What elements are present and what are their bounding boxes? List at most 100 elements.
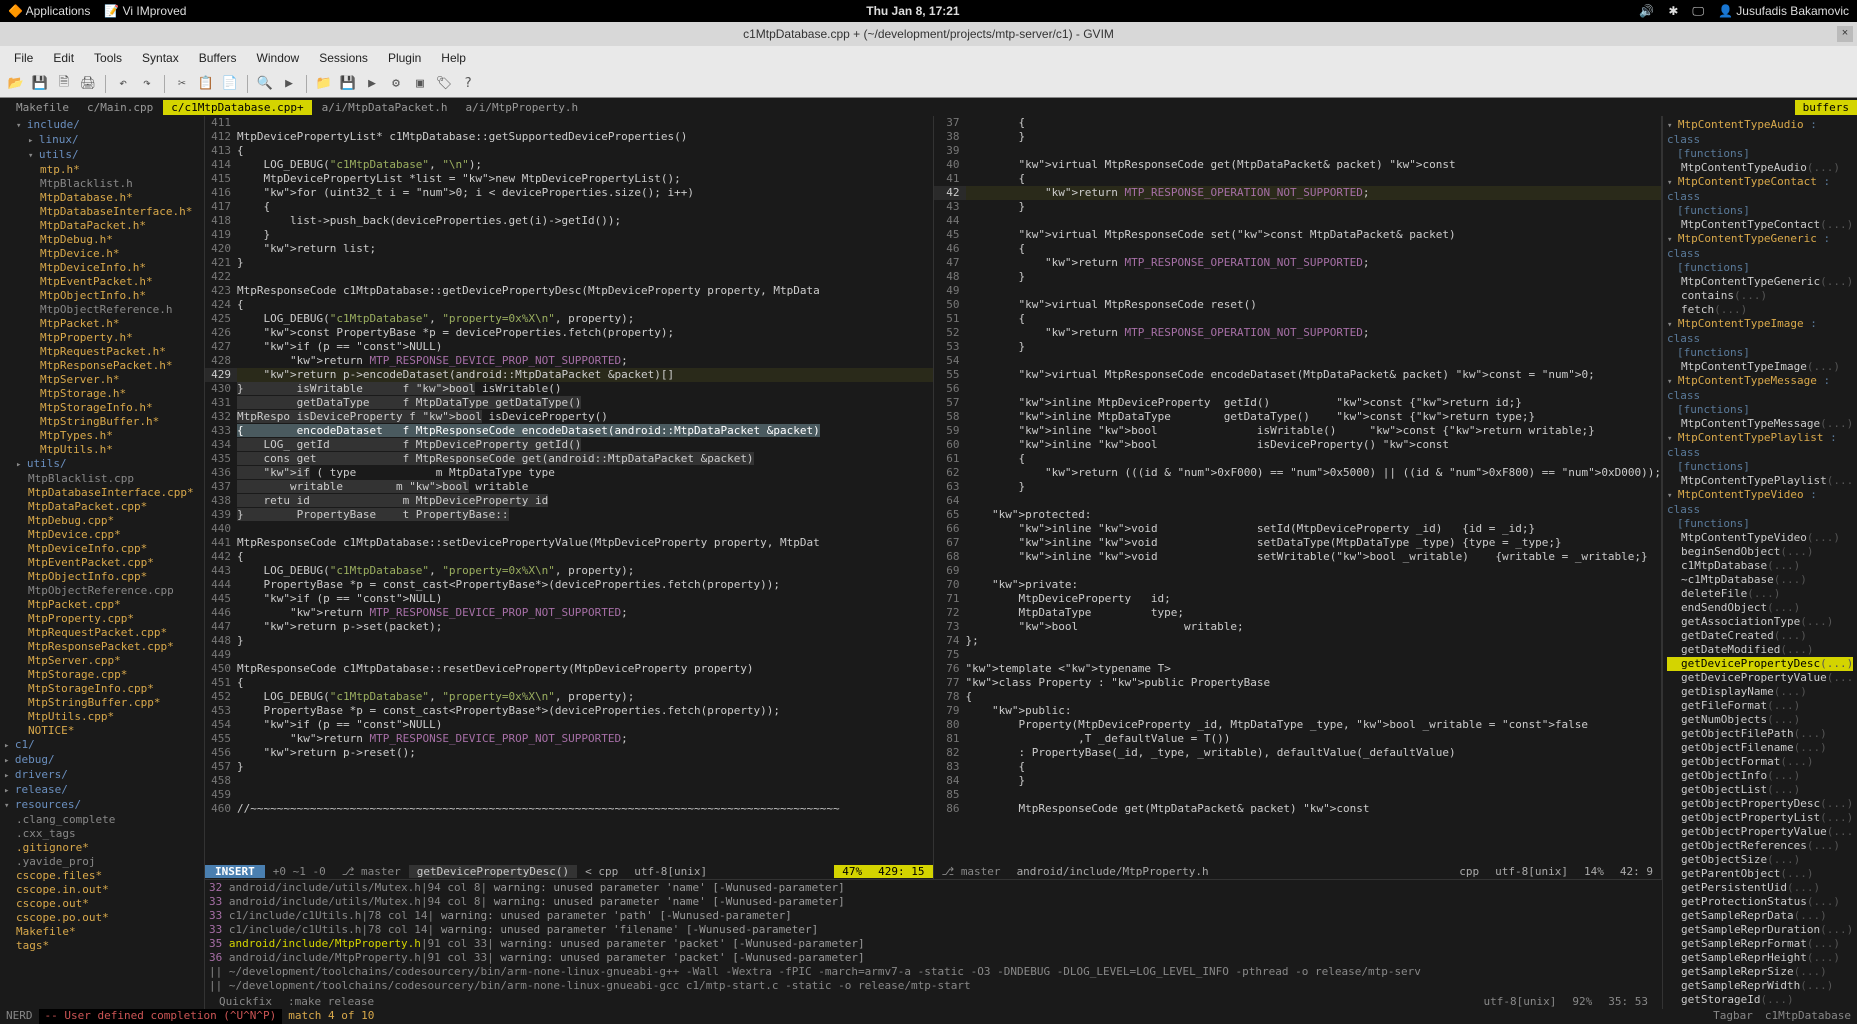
tag-member[interactable]: getObjectSize(...) <box>1667 853 1853 867</box>
tree-item[interactable]: MtpDatabaseInterface.cpp* <box>4 486 200 500</box>
tree-item[interactable]: cscope.out* <box>4 897 200 911</box>
code-line[interactable]: 85 <box>934 788 1662 802</box>
tree-item[interactable]: MtpStorageInfo.h* <box>4 401 200 415</box>
tags-icon[interactable]: 🏷 <box>434 74 454 94</box>
quickfix-item[interactable]: 32 android/include/utils/Mutex.h|94 col … <box>209 881 1658 895</box>
code-line[interactable]: 56 <box>934 382 1662 396</box>
code-line[interactable]: 46 { <box>934 242 1662 256</box>
tree-item[interactable]: MtpDatabase.h* <box>4 191 200 205</box>
tree-item[interactable]: MtpResponsePacket.h* <box>4 359 200 373</box>
copy-icon[interactable]: 📋 <box>196 74 216 94</box>
save-icon[interactable]: 💾 <box>30 74 50 94</box>
session-save-icon[interactable]: 💾 <box>338 74 358 94</box>
code-line[interactable]: 441MtpResponseCode c1MtpDatabase::setDev… <box>205 536 933 550</box>
quickfix-item[interactable]: 33 c1/include/c1Utils.h|78 col 14| warni… <box>209 909 1658 923</box>
code-line[interactable]: 416 "kw">for (uint32_t i = "num">0; i < … <box>205 186 933 200</box>
tag-member[interactable]: getFileFormat(...) <box>1667 699 1853 713</box>
menu-sessions[interactable]: Sessions <box>311 49 376 67</box>
tree-item[interactable]: MtpPacket.h* <box>4 317 200 331</box>
code-line[interactable]: 413{ <box>205 144 933 158</box>
tree-item[interactable]: resources/ <box>4 798 200 813</box>
quickfix-item[interactable]: 35 android/include/MtpProperty.h|91 col … <box>209 937 1658 951</box>
code-line[interactable]: 71 MtpDeviceProperty id; <box>934 592 1662 606</box>
buffer-tab[interactable]: a/i/MtpProperty.h <box>458 100 587 115</box>
code-line[interactable]: 429 "kw">return p->encodeDataset(android… <box>205 368 933 382</box>
menu-help[interactable]: Help <box>433 49 474 67</box>
tag-member[interactable]: getObjectReferences(...) <box>1667 839 1853 853</box>
tag-member[interactable]: getSampleReprWidth(...) <box>1667 979 1853 993</box>
code-line[interactable]: 418 list->push_back(deviceProperties.get… <box>205 214 933 228</box>
tree-item[interactable]: MtpRequestPacket.cpp* <box>4 626 200 640</box>
code-line[interactable]: 447 "kw">return p->set(packet); <box>205 620 933 634</box>
tag-member[interactable]: MtpContentTypeGeneric(...) <box>1667 275 1853 289</box>
tag-member[interactable]: getObjectPropertyList(...) <box>1667 811 1853 825</box>
tag-member[interactable]: getObjectInfo(...) <box>1667 769 1853 783</box>
code-line[interactable]: 414 LOG_DEBUG("c1MtpDatabase", "\n"); <box>205 158 933 172</box>
code-line[interactable]: 45 "kw">virtual MtpResponseCode set("kw"… <box>934 228 1662 242</box>
code-line[interactable]: 39 <box>934 144 1662 158</box>
tree-item[interactable]: MtpProperty.cpp* <box>4 612 200 626</box>
tree-item[interactable]: MtpObjectReference.cpp <box>4 584 200 598</box>
code-line[interactable]: 435 cons get f MtpResponseCode get(andro… <box>205 452 933 466</box>
tag-member[interactable]: getSampleReprFormat(...) <box>1667 937 1853 951</box>
tree-item[interactable]: c1/ <box>4 738 200 753</box>
tree-item[interactable]: MtpRequestPacket.h* <box>4 345 200 359</box>
menu-file[interactable]: File <box>6 49 41 67</box>
code-line[interactable]: 44 <box>934 214 1662 228</box>
code-line[interactable]: 434 LOG_ getId f MtpDeviceProperty getId… <box>205 438 933 452</box>
tag-member[interactable]: getDateModified(...) <box>1667 643 1853 657</box>
tagbar-sidebar[interactable]: MtpContentTypeAudio : class[functions]Mt… <box>1662 116 1857 1009</box>
tag-member[interactable]: c1MtpDatabase(...) <box>1667 559 1853 573</box>
tree-item[interactable]: tags* <box>4 939 200 953</box>
tree-item[interactable]: MtpObjectInfo.h* <box>4 289 200 303</box>
help-icon[interactable]: ? <box>458 74 478 94</box>
code-line[interactable]: 77"kw">class Property : "kw">public Prop… <box>934 676 1662 690</box>
tree-item[interactable]: NOTICE* <box>4 724 200 738</box>
code-line[interactable]: 421} <box>205 256 933 270</box>
tag-member[interactable]: MtpContentTypeImage(...) <box>1667 360 1853 374</box>
menu-window[interactable]: Window <box>249 49 308 67</box>
tree-item[interactable]: .yavide_proj <box>4 855 200 869</box>
tag-class[interactable]: MtpContentTypeImage : class <box>1667 317 1853 346</box>
tree-item[interactable]: MtpDebug.cpp* <box>4 514 200 528</box>
code-line[interactable]: 442{ <box>205 550 933 564</box>
code-line[interactable]: 417 { <box>205 200 933 214</box>
tree-item[interactable]: MtpDeviceInfo.h* <box>4 261 200 275</box>
menu-syntax[interactable]: Syntax <box>134 49 187 67</box>
code-line[interactable]: 79 "kw">public: <box>934 704 1662 718</box>
tag-member[interactable]: getAssociationType(...) <box>1667 615 1853 629</box>
tree-item[interactable]: include/ <box>4 118 200 133</box>
tag-member[interactable]: getNumObjects(...) <box>1667 713 1853 727</box>
code-line[interactable]: 52 "kw">return MTP_RESPONSE_OPERATION_NO… <box>934 326 1662 340</box>
tag-member[interactable]: ~c1MtpDatabase(...) <box>1667 573 1853 587</box>
apps-menu[interactable]: 🔶 Applications <box>8 4 90 18</box>
tree-item[interactable]: utils/ <box>4 457 200 472</box>
tree-item[interactable]: debug/ <box>4 753 200 768</box>
code-line[interactable]: 460//~~~~~~~~~~~~~~~~~~~~~~~~~~~~~~~~~~~… <box>205 802 933 816</box>
code-line[interactable]: 436 "kw">if ( type m MtpDataType type <box>205 466 933 480</box>
code-line[interactable]: 57 "kw">inline MtpDeviceProperty getId()… <box>934 396 1662 410</box>
code-line[interactable]: 42 "kw">return MTP_RESPONSE_OPERATION_NO… <box>934 186 1662 200</box>
user-menu[interactable]: 👤 Jusufadis Bakamovic <box>1718 4 1849 18</box>
code-line[interactable]: 452 LOG_DEBUG("c1MtpDatabase", "property… <box>205 690 933 704</box>
code-line[interactable]: 439} PropertyBase t PropertyBase:: <box>205 508 933 522</box>
tree-item[interactable]: MtpUtils.h* <box>4 443 200 457</box>
tree-item[interactable]: MtpDevice.cpp* <box>4 528 200 542</box>
code-line[interactable]: 433{ encodeDataset f MtpResponseCode enc… <box>205 424 933 438</box>
code-line[interactable]: 69 <box>934 564 1662 578</box>
tree-item[interactable]: MtpDataPacket.cpp* <box>4 500 200 514</box>
open-icon[interactable]: 📂 <box>6 74 26 94</box>
buffer-tab[interactable]: Makefile <box>8 100 77 115</box>
tree-item[interactable]: MtpStringBuffer.h* <box>4 415 200 429</box>
tag-member[interactable]: getObjectPropertyDesc(...) <box>1667 797 1853 811</box>
tag-class[interactable]: MtpContentTypeMessage : class <box>1667 374 1853 403</box>
code-line[interactable]: 72 MtpDataType type; <box>934 606 1662 620</box>
quickfix-window[interactable]: 32 android/include/utils/Mutex.h|94 col … <box>205 879 1662 994</box>
left-pane[interactable]: 411412MtpDevicePropertyList* c1MtpDataba… <box>205 116 934 879</box>
code-line[interactable]: 47 "kw">return MTP_RESPONSE_OPERATION_NO… <box>934 256 1662 270</box>
code-line[interactable]: 40 "kw">virtual MtpResponseCode get(MtpD… <box>934 158 1662 172</box>
code-line[interactable]: 448} <box>205 634 933 648</box>
tree-item[interactable]: .clang_complete <box>4 813 200 827</box>
tag-member[interactable]: MtpContentTypeMessage(...) <box>1667 417 1853 431</box>
code-line[interactable]: 422 <box>205 270 933 284</box>
